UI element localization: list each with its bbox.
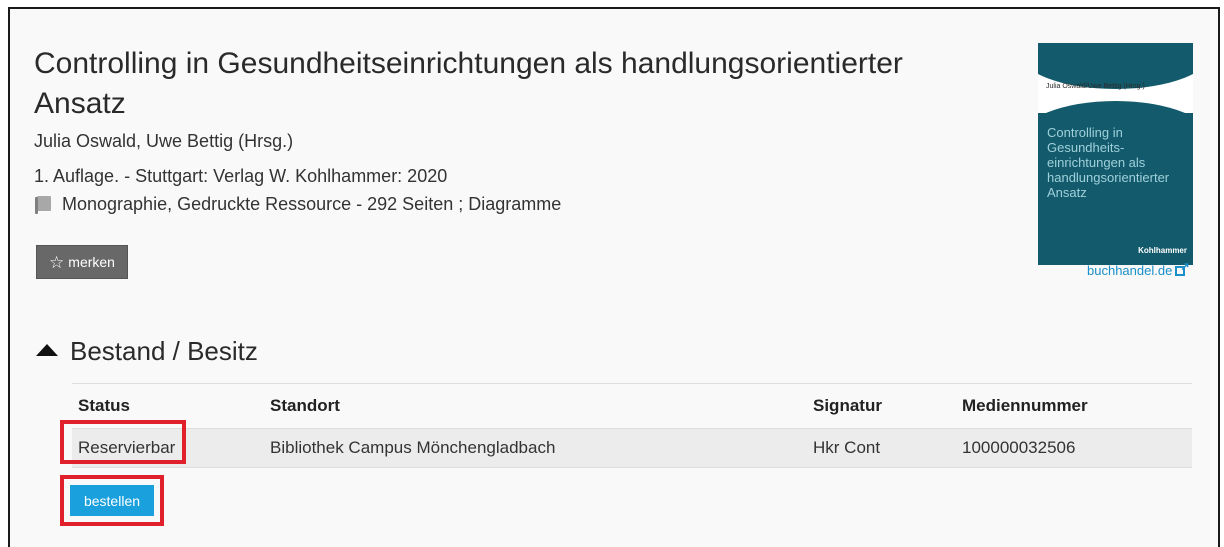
book-cover-image[interactable]: Julia Oswald/Uwe Bettig (Hrsg.) Controll… (1038, 43, 1193, 265)
star-outline-icon: ☆ (49, 252, 65, 272)
merken-button[interactable]: ☆ merken (36, 245, 128, 279)
cell-media-number: 100000032506 (956, 428, 1192, 468)
holdings-section-title: Bestand / Besitz (70, 336, 258, 366)
holdings-header-row: Status Standort Signatur Mediennummer (72, 383, 1192, 429)
record-edition: 1. Auflage. - Stuttgart: Verlag W. Kohlh… (34, 166, 448, 186)
merken-label: merken (68, 254, 115, 270)
column-header-status: Status (72, 383, 264, 429)
holdings-section-toggle[interactable]: Bestand / Besitz (36, 336, 258, 367)
holdings-table: Status Standort Signatur Mediennummer Re… (72, 383, 1192, 468)
book-icon (34, 195, 52, 214)
record-title: Controlling in Gesundheitseinrichtungen … (34, 47, 903, 120)
cover-publisher: Kohlhammer (1138, 246, 1187, 255)
cover-authors: Julia Oswald/Uwe Bettig (Hrsg.) (1046, 83, 1145, 90)
cover-title: Controlling in Gesundheits-einrichtungen… (1047, 125, 1170, 200)
buchhandel-link[interactable]: buchhandel.de ↗ (1087, 262, 1190, 279)
cell-status: Reservierbar (72, 428, 264, 468)
column-header-location: Standort (264, 383, 807, 429)
cell-signature: Hkr Cont (807, 428, 956, 468)
record-authors: Julia Oswald, Uwe Bettig (Hrsg.) (34, 131, 294, 151)
chevron-up-icon (36, 343, 58, 356)
order-button[interactable]: bestellen (70, 485, 154, 516)
external-link-icon: ↗ (1175, 262, 1190, 277)
cell-location: Bibliothek Campus Mönchengladbach (264, 428, 807, 468)
buchhandel-label: buchhandel.de (1087, 263, 1173, 278)
column-header-media-number: Mediennummer (956, 383, 1192, 429)
table-row: Reservierbar Bibliothek Campus Mönchengl… (72, 428, 1192, 468)
record-format: Monographie, Gedruckte Ressource - 292 S… (34, 194, 561, 215)
column-header-signature: Signatur (807, 383, 956, 429)
record-format-text: Monographie, Gedruckte Ressource - 292 S… (62, 194, 562, 214)
